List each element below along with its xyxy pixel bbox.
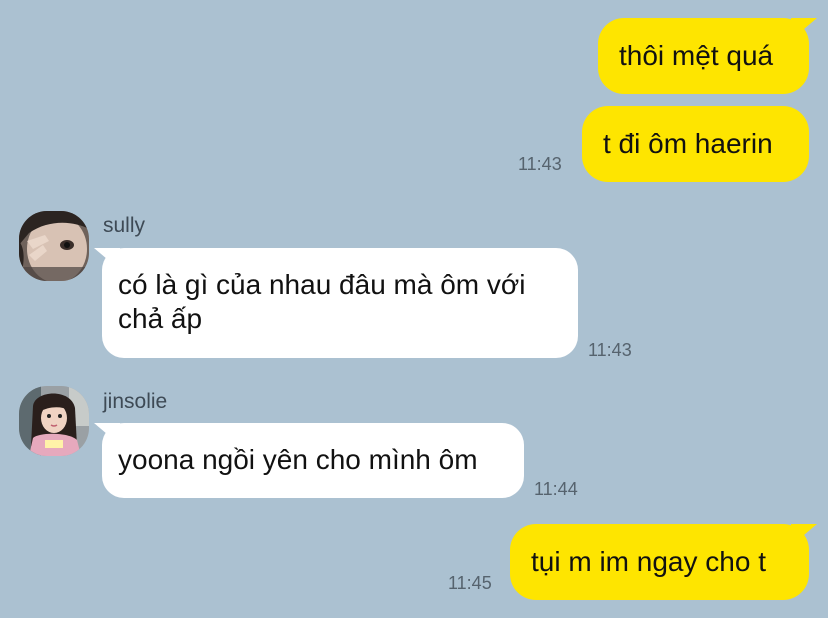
- profile-avatar-jinsolie[interactable]: [19, 386, 89, 456]
- message-timestamp: 11:45: [448, 573, 492, 593]
- message-text: yoona ngồi yên cho mình ôm: [118, 444, 478, 475]
- incoming-message-bubble[interactable]: có là gì của nhau đâu mà ôm với chả ấp: [102, 248, 578, 358]
- profile-photo-icon: [19, 386, 89, 456]
- message-timestamp: 11:43: [588, 340, 632, 360]
- message-timestamp: 11:44: [534, 479, 578, 499]
- message-text: thôi mệt quá: [619, 40, 774, 71]
- sender-name: sully: [103, 214, 146, 237]
- message-text: tụi m im ngay cho t: [531, 546, 766, 577]
- message-text-line-1: có là gì của nhau đâu mà ôm với: [118, 269, 526, 300]
- message-text-line-2: chả ấp: [118, 303, 203, 334]
- outgoing-message-bubble[interactable]: tụi m im ngay cho t: [510, 524, 809, 600]
- chat-room: thôi mệt quá t đi ôm haerin 11:43 sully …: [0, 0, 828, 618]
- message-timestamp: 11:43: [518, 154, 562, 174]
- sender-name: jinsolie: [103, 390, 168, 413]
- outgoing-message-bubble[interactable]: thôi mệt quá: [598, 18, 809, 94]
- profile-avatar-sully[interactable]: [19, 211, 89, 281]
- profile-photo-icon: [19, 211, 89, 281]
- outgoing-message-bubble[interactable]: t đi ôm haerin: [582, 106, 809, 182]
- incoming-message-bubble[interactable]: yoona ngồi yên cho mình ôm: [102, 423, 524, 498]
- message-text: t đi ôm haerin: [603, 128, 773, 159]
